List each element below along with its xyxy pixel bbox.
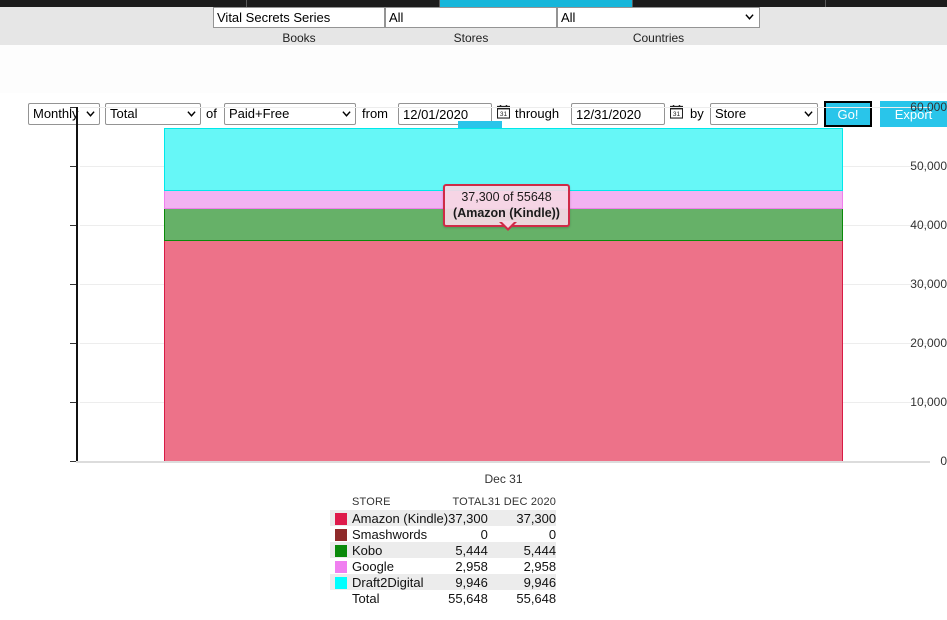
legend-total-value: 2,958 [448, 558, 488, 574]
legend-header-date: 31 DEC 2020 [488, 494, 556, 510]
tooltip-line-2: (Amazon (Kindle)) [453, 205, 560, 221]
legend-row-google[interactable]: Google 2,958 2,958 [330, 558, 556, 574]
tooltip-arrow-inner [501, 221, 515, 228]
legend-total-value: 37,300 [448, 510, 488, 526]
legend-row-smashwords[interactable]: Smashwords 0 0 [330, 526, 556, 542]
nav-segment-1[interactable] [0, 0, 247, 7]
stores-filter-value: All [389, 10, 403, 25]
legend-header-store: STORE [352, 494, 448, 510]
legend-date-value: 9,946 [488, 574, 556, 590]
y-axis-label-60000: 60,000 [61, 100, 947, 114]
nav-segment-active[interactable] [440, 0, 633, 7]
tooltip-line-1: 37,300 of 55648 [453, 189, 560, 205]
legend-store-name: Draft2Digital [352, 574, 448, 590]
report-toolbar: Monthly Total of Paid+Free from 31 [0, 45, 947, 93]
legend-row-kobo[interactable]: Kobo 5,444 5,444 [330, 542, 556, 558]
legend-swatch [330, 558, 352, 574]
legend-grand-date-total: 55,648 [488, 590, 556, 606]
legend-swatch [330, 510, 352, 526]
stores-filter-label: Stores [385, 31, 557, 45]
legend-header-row: STORE TOTAL 31 DEC 2020 [330, 494, 556, 510]
books-filter-select[interactable]: Vital Secrets Series [213, 7, 385, 28]
nav-segment-2[interactable] [247, 0, 440, 7]
legend-date-value: 37,300 [488, 510, 556, 526]
top-navigation-bar [0, 0, 947, 7]
books-filter-label: Books [213, 31, 385, 45]
legend-swatch-spacer [330, 590, 352, 606]
report-page: Vital Secrets Series Books All Stores Al… [0, 0, 947, 620]
chart-tooltip: 37,300 of 55648 (Amazon (Kindle)) [443, 184, 570, 227]
legend-store-name: Smashwords [352, 526, 448, 542]
x-axis-line [76, 461, 930, 463]
bar-segment-amazon-kindle[interactable] [164, 240, 843, 461]
legend-grand-total: 55,648 [448, 590, 488, 606]
legend-swatch [330, 542, 352, 558]
legend-total-value: 0 [448, 526, 488, 542]
countries-filter-label: Countries [557, 31, 760, 45]
legend-total-value: 9,946 [448, 574, 488, 590]
books-filter-value: Vital Secrets Series [217, 10, 330, 25]
nav-segment-5[interactable] [826, 0, 947, 7]
legend-row-total: Total 55,648 55,648 [330, 590, 556, 606]
countries-filter-select[interactable]: All [557, 7, 760, 28]
chevron-down-icon [745, 12, 754, 21]
bar-segment-draft2digital[interactable] [164, 128, 843, 191]
legend-table: STORE TOTAL 31 DEC 2020 Amazon (Kindle) … [330, 494, 556, 606]
store-legend-table: STORE TOTAL 31 DEC 2020 Amazon (Kindle) … [330, 494, 556, 606]
legend-date-value: 2,958 [488, 558, 556, 574]
legend-header-swatch-spacer [330, 494, 352, 510]
legend-store-name: Amazon (Kindle) [352, 510, 448, 526]
legend-row-draft2digital[interactable]: Draft2Digital 9,946 9,946 [330, 574, 556, 590]
nav-segment-4[interactable] [633, 0, 826, 7]
stores-filter-select[interactable]: All [385, 7, 557, 28]
legend-date-value: 5,444 [488, 542, 556, 558]
legend-store-name: Google [352, 558, 448, 574]
legend-row-amazon-kindle[interactable]: Amazon (Kindle) 37,300 37,300 [330, 510, 556, 526]
x-axis-label-dec31: Dec 31 [164, 472, 843, 486]
countries-filter-value: All [561, 10, 575, 25]
legend-date-value: 0 [488, 526, 556, 542]
legend-total-value: 5,444 [448, 542, 488, 558]
sales-chart: 60,000 50,000 40,000 30,000 20,000 10,00… [0, 93, 947, 493]
legend-store-name: Kobo [352, 542, 448, 558]
legend-header-total: TOTAL [448, 494, 488, 510]
filter-bar: Vital Secrets Series Books All Stores Al… [0, 7, 947, 45]
legend-swatch [330, 526, 352, 542]
legend-swatch [330, 574, 352, 590]
legend-total-label: Total [352, 590, 448, 606]
